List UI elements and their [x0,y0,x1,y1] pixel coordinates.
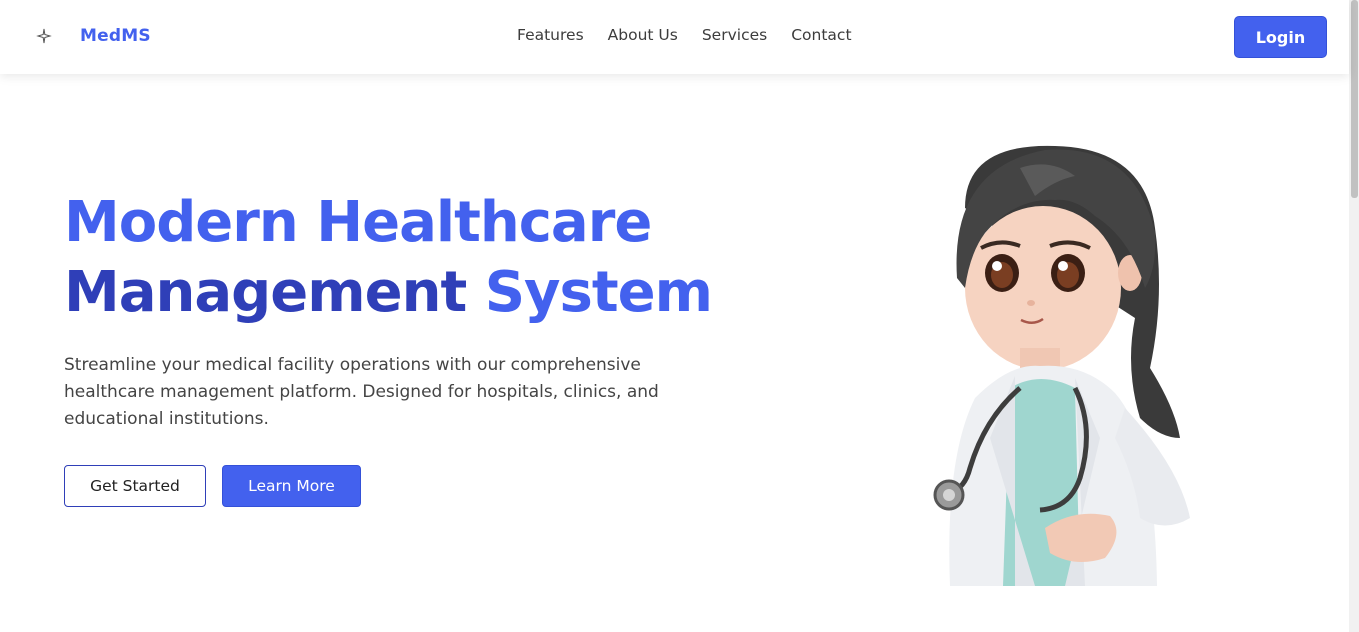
sparkle-icon [36,28,52,44]
hero-title: Modern Healthcare Management System [64,188,713,328]
hero-title-line1: Modern Healthcare [64,190,652,255]
learn-more-button[interactable]: Learn More [222,465,361,507]
login-button[interactable]: Login [1234,16,1327,58]
main-nav: Features About Us Services Contact [517,26,852,44]
nav-contact[interactable]: Contact [791,26,851,44]
page: MedMS Features About Us Services Contact… [0,0,1359,632]
brand-logo[interactable]: MedMS [80,26,151,46]
hero-title-management: Management [64,260,467,325]
hero-description: Streamline your medical facility operati… [64,355,659,429]
get-started-button[interactable]: Get Started [64,465,206,507]
top-navbar: MedMS Features About Us Services Contact… [0,0,1349,74]
doctor-illustration [933,145,1190,586]
hero-title-system: System [484,260,713,325]
nav-about-us[interactable]: About Us [608,26,678,44]
nav-features[interactable]: Features [517,26,584,44]
nav-services[interactable]: Services [702,26,767,44]
scrollbar-thumb[interactable] [1351,0,1358,198]
